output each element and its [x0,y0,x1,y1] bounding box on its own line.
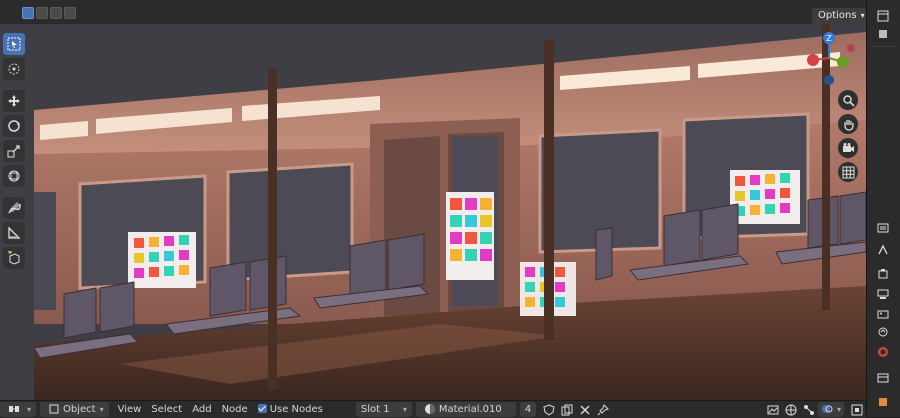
selection-mode-group [22,7,76,19]
pan-hand-icon [843,119,854,131]
editor-bottom-header: ▾ Object ▾ View Select Add Node Use Nodes… [0,400,866,418]
pole [544,40,554,340]
annotate-tool[interactable] [3,197,25,219]
options-label: Options [818,10,857,21]
node-tree-icon[interactable] [803,404,815,416]
train-interior-render [0,24,866,400]
scene-icon[interactable] [877,28,889,40]
move-icon [8,95,20,107]
select-subtract-icon[interactable] [50,7,62,19]
backdrop-icon[interactable] [767,404,779,416]
use-nodes-checkbox[interactable]: Use Nodes [253,402,328,417]
navigation-gizmo[interactable]: Z [805,30,861,86]
chevron-down-icon: ▾ [402,405,407,414]
3d-cursor-icon [8,63,20,75]
zoom-icon [842,94,855,107]
object-mode-label: Object [63,404,96,415]
chevron-down-icon: ▾ [860,11,865,20]
tool-shelf [3,33,27,272]
transform-icon [8,170,20,182]
editor-type-icon[interactable] [877,10,889,22]
select-invert-icon[interactable] [64,7,76,19]
3d-cursor-tool[interactable] [3,58,25,80]
menu-view[interactable]: View [113,402,147,417]
rotate-icon [8,120,20,132]
menu-select[interactable]: Select [146,402,187,417]
properties-menu-icon[interactable] [877,222,889,234]
scale-icon [7,145,20,158]
chevron-down-icon: ▾ [99,405,104,414]
camera-view-button[interactable] [838,138,858,158]
menu-node[interactable]: Node [217,402,253,417]
add-cube-icon [8,251,20,265]
cursor-select-icon [7,37,21,51]
chevron-down-icon: ▾ [27,405,32,414]
zoom-button[interactable] [838,90,858,110]
pole [268,68,277,390]
slot-label: Slot 1 [360,404,390,415]
checkbox-checked-icon [257,404,267,413]
move-tool[interactable] [3,90,25,112]
viewport-nav-tools [838,90,860,186]
tool-properties-icon[interactable] [877,244,889,256]
unlink-close-icon[interactable] [579,404,591,416]
material-sphere-icon [424,404,435,414]
ortho-toggle-button[interactable] [838,162,858,182]
scene-properties-icon[interactable] [877,326,889,338]
use-nodes-label: Use Nodes [269,404,323,415]
menu-add[interactable]: Add [187,402,216,417]
material-users-count[interactable]: 4 [519,402,537,417]
overlay-icon [821,405,833,413]
color-grid-sign [446,192,494,280]
object-icon [49,404,59,414]
scale-tool[interactable] [3,140,25,162]
node-editor-icon [9,406,19,412]
object-mode-dropdown[interactable]: Object ▾ [40,402,109,417]
properties-editor-strip [866,0,900,417]
measure-icon [8,226,21,239]
view-layer-properties-icon[interactable] [877,308,889,320]
editor-type-dropdown[interactable]: ▾ [0,402,37,417]
viewport-header: Options ▾ [0,0,871,25]
material-name: Material.010 [438,404,502,415]
select-extend-icon[interactable] [36,7,48,19]
annotate-icon [8,202,21,214]
material-slot-dropdown[interactable]: Slot 1 ▾ [355,402,412,417]
cursor-select-tool[interactable] [3,33,25,55]
pan-button[interactable] [838,114,858,134]
gizmo-z-label: Z [826,34,832,43]
color-grid-sign [128,232,196,288]
grid-view-icon [842,166,854,178]
duplicate-material-icon[interactable] [561,404,573,416]
camera-icon [842,142,854,152]
select-box-icon[interactable] [22,7,34,19]
color-grid-sign [730,170,800,224]
overlay-dropdown[interactable]: ▾ [817,402,844,417]
options-button[interactable]: Options ▾ [812,8,871,24]
add-cube-tool[interactable] [3,247,25,269]
render-properties-icon[interactable] [877,268,889,280]
frame-all-icon[interactable] [851,404,863,416]
3d-viewport[interactable]: Z [0,24,866,400]
object-properties-icon[interactable] [877,396,889,408]
output-properties-icon[interactable] [877,288,889,300]
transform-tool[interactable] [3,165,25,187]
measure-tool[interactable] [3,222,25,244]
rotate-tool[interactable] [3,115,25,137]
world-properties-icon[interactable] [877,346,889,358]
material-selector[interactable]: Material.010 [415,402,516,417]
pin-icon[interactable] [597,403,610,416]
collection-properties-icon[interactable] [877,372,889,384]
snap-icon[interactable] [785,404,797,416]
fake-user-shield-icon[interactable] [543,403,555,416]
chevron-down-icon: ▾ [836,405,841,414]
